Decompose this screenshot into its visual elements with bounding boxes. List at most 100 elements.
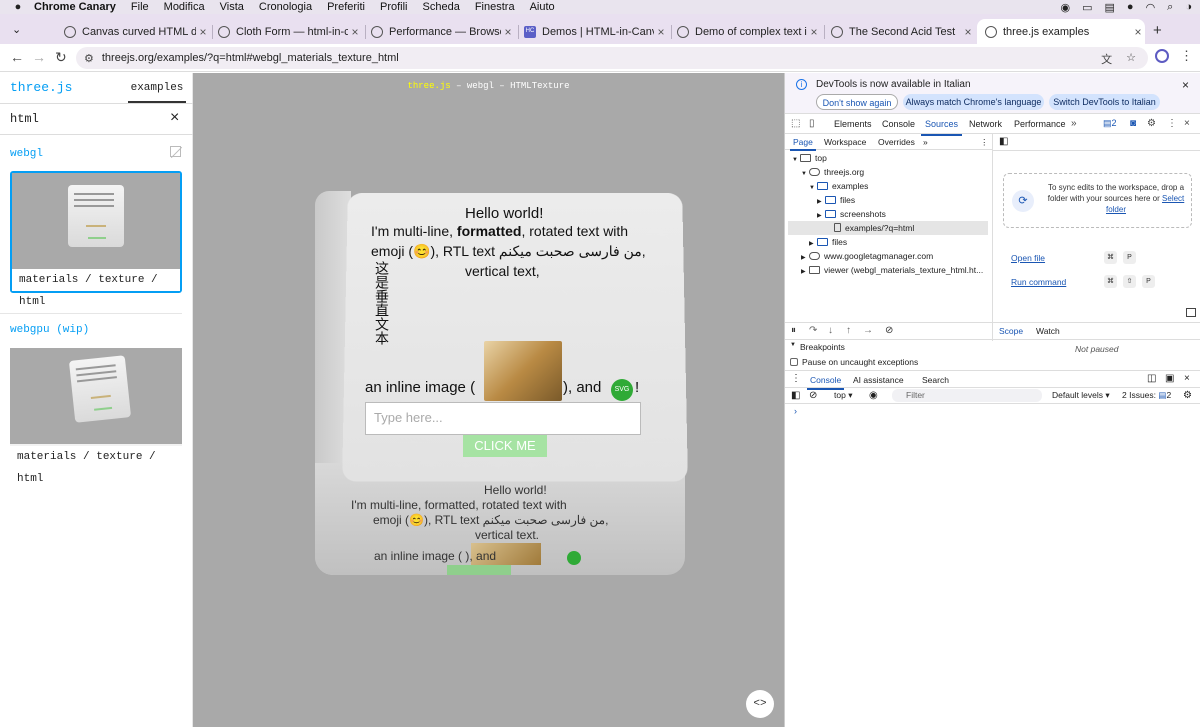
threejs-logo[interactable]: three.js — [10, 80, 72, 95]
dock-bottom-icon[interactable]: ▣ — [1165, 373, 1174, 384]
toggle-navigator-icon[interactable]: ◧ — [999, 136, 1008, 147]
menu-app-name[interactable]: Chrome Canary — [34, 1, 116, 13]
back-icon[interactable]: ← — [10, 49, 24, 65]
click-me-button[interactable]: CLICK ME — [463, 435, 547, 457]
example-card-webgl[interactable]: materials / texture / html — [10, 171, 182, 308]
context-selector[interactable]: top ▾ — [834, 390, 852, 401]
more-subtabs-icon[interactable]: » — [923, 137, 928, 147]
tree-item-frame[interactable]: ▶ viewer (webgl_materials_texture_html.ht… — [801, 263, 983, 277]
browser-tab[interactable]: Canvas curved HTML demo × — [64, 19, 210, 44]
step-into-icon[interactable]: ↓ — [828, 325, 833, 336]
search-input[interactable]: html — [10, 112, 39, 126]
menu-cronologia[interactable]: Cronologia — [259, 1, 312, 13]
eye-icon[interactable]: ◉ — [869, 390, 878, 401]
subtab-workspace[interactable]: Workspace — [824, 137, 866, 147]
tab-performance[interactable]: Performance — [1014, 119, 1066, 129]
step-out-icon[interactable]: ↑ — [846, 325, 851, 336]
console-prompt[interactable]: › — [794, 406, 797, 416]
subtab-overrides[interactable]: Overrides — [878, 137, 915, 147]
close-devtools-icon[interactable]: × — [1184, 118, 1190, 129]
screen-record-icon[interactable]: ◉ — [1060, 1, 1070, 14]
display-icon[interactable]: ▭ — [1082, 1, 1092, 14]
forward-icon[interactable]: → — [32, 49, 46, 65]
clear-search-icon[interactable]: × — [170, 109, 179, 127]
tree-item-folder[interactable]: ▶ screenshots — [817, 207, 886, 221]
drawer-menu-icon[interactable]: ⋮ — [791, 373, 801, 384]
menu-file[interactable]: File — [131, 1, 149, 13]
tab-search-icon[interactable]: ⌄ — [12, 23, 21, 36]
step-icon[interactable]: → — [863, 325, 873, 336]
pause-exceptions-checkbox[interactable] — [790, 358, 798, 366]
tab-examples[interactable]: examples — [128, 73, 186, 103]
issues-counter[interactable]: 2 Issues: ▤2 — [1122, 390, 1171, 401]
reload-icon[interactable]: ↻ — [55, 49, 67, 66]
console-settings-icon[interactable]: ⚙ — [1183, 390, 1192, 401]
tab-network[interactable]: Network — [969, 119, 1002, 129]
close-icon[interactable]: × — [1131, 25, 1145, 39]
clear-console-icon[interactable]: ⊘ — [809, 390, 817, 401]
tab-console[interactable]: Console — [882, 119, 915, 129]
toggle-debugger-icon[interactable] — [1186, 308, 1196, 317]
browser-tab-active[interactable]: three.js examples × — [977, 19, 1145, 44]
browser-tab[interactable]: The Second Acid Test × — [831, 19, 975, 44]
apple-icon[interactable]: ● — [11, 1, 25, 13]
tree-item-top[interactable]: ▼ top — [792, 151, 827, 165]
tab-search[interactable]: Search — [922, 375, 949, 385]
tab-scope[interactable]: Scope — [999, 326, 1023, 336]
menu-finestra[interactable]: Finestra — [475, 1, 515, 13]
toggle-icon[interactable]: ◑ — [1185, 1, 1192, 13]
sidebar-toggle-icon[interactable]: ◧ — [791, 390, 800, 401]
profile-avatar-icon[interactable] — [1155, 49, 1169, 63]
dock-side-icon[interactable]: ◫ — [1147, 373, 1156, 384]
close-icon[interactable]: × — [1182, 78, 1189, 92]
address-bar[interactable]: ⚙ threejs.org/examples/?q=html#webgl_mat… — [76, 47, 1148, 69]
dont-show-again-button[interactable]: Don't show again — [816, 94, 898, 110]
close-drawer-icon[interactable]: × — [1184, 373, 1190, 384]
browser-tab[interactable]: HC Demos | HTML-in-Canvas × — [524, 19, 668, 44]
tab-elements[interactable]: Elements — [834, 119, 872, 129]
run-command-link[interactable]: Run command — [1011, 277, 1066, 287]
subtab-page[interactable]: Page — [790, 137, 816, 151]
translate-icon[interactable]: 文 — [1101, 51, 1112, 67]
url-text[interactable]: threejs.org/examples/?q=html#webgl_mater… — [102, 52, 399, 64]
tab-sources[interactable]: Sources — [920, 119, 963, 136]
match-language-button[interactable]: Always match Chrome's language — [903, 94, 1044, 110]
close-icon[interactable]: × — [348, 25, 362, 39]
more-options-icon[interactable]: ⋮ — [1167, 118, 1177, 129]
close-icon[interactable]: × — [501, 25, 515, 39]
chrome-menu-icon[interactable]: ⋮ — [1180, 48, 1193, 64]
menu-aiuto[interactable]: Aiuto — [530, 1, 555, 13]
control-center-icon[interactable]: ▤ — [1105, 1, 1115, 14]
tab-watch[interactable]: Watch — [1036, 326, 1060, 336]
example-card-webgpu[interactable]: materials / texture / html — [10, 348, 182, 485]
menu-preferiti[interactable]: Preferiti — [327, 1, 365, 13]
deactivate-breakpoints-icon[interactable]: ⊘ — [885, 325, 893, 336]
tree-item-domain[interactable]: ▼ threejs.org — [801, 165, 864, 179]
menu-vista[interactable]: Vista — [220, 1, 244, 13]
face-text-input[interactable]: Type here... — [365, 402, 641, 435]
workspace-drop-zone[interactable]: ⟳ To sync edits to the workspace, drop a… — [1003, 173, 1192, 228]
switch-italian-button[interactable]: Switch DevTools to Italian — [1049, 94, 1160, 110]
tree-item-folder[interactable]: ▶ files — [817, 193, 855, 207]
view-source-button[interactable]: <> — [746, 690, 774, 718]
browser-tab[interactable]: Cloth Form — html-in-canvas × — [218, 19, 362, 44]
more-options-icon[interactable]: ⋮ — [980, 137, 989, 148]
pause-icon[interactable]: ⏸ — [791, 325, 796, 336]
example-search[interactable]: html × — [0, 103, 193, 135]
log-levels-dropdown[interactable]: Default levels ▾ — [1052, 390, 1110, 401]
menu-profili[interactable]: Profili — [380, 1, 408, 13]
ai-assistance-icon[interactable]: ◙ — [1130, 118, 1136, 129]
tree-item-folder[interactable]: ▼ examples — [809, 179, 868, 193]
tab-ai-assistance[interactable]: AI assistance — [853, 375, 904, 385]
device-toolbar-icon[interactable]: ▯ — [809, 118, 815, 129]
menu-modifica[interactable]: Modifica — [164, 1, 205, 13]
close-icon[interactable]: × — [654, 25, 668, 39]
screenshot-toggle-icon[interactable] — [170, 146, 181, 157]
close-icon[interactable]: × — [961, 25, 975, 39]
settings-gear-icon[interactable]: ⚙ — [1147, 118, 1156, 129]
browser-tab[interactable]: Demo of complex text in canvas × — [677, 19, 821, 44]
new-tab-icon[interactable]: + — [1153, 22, 1162, 39]
step-over-icon[interactable]: ↷ — [809, 325, 817, 336]
webgl-viewport[interactable]: three.js – webgl – HTMLTexture Hello wor… — [193, 73, 784, 727]
inspect-element-icon[interactable]: ⬚ — [791, 118, 800, 129]
